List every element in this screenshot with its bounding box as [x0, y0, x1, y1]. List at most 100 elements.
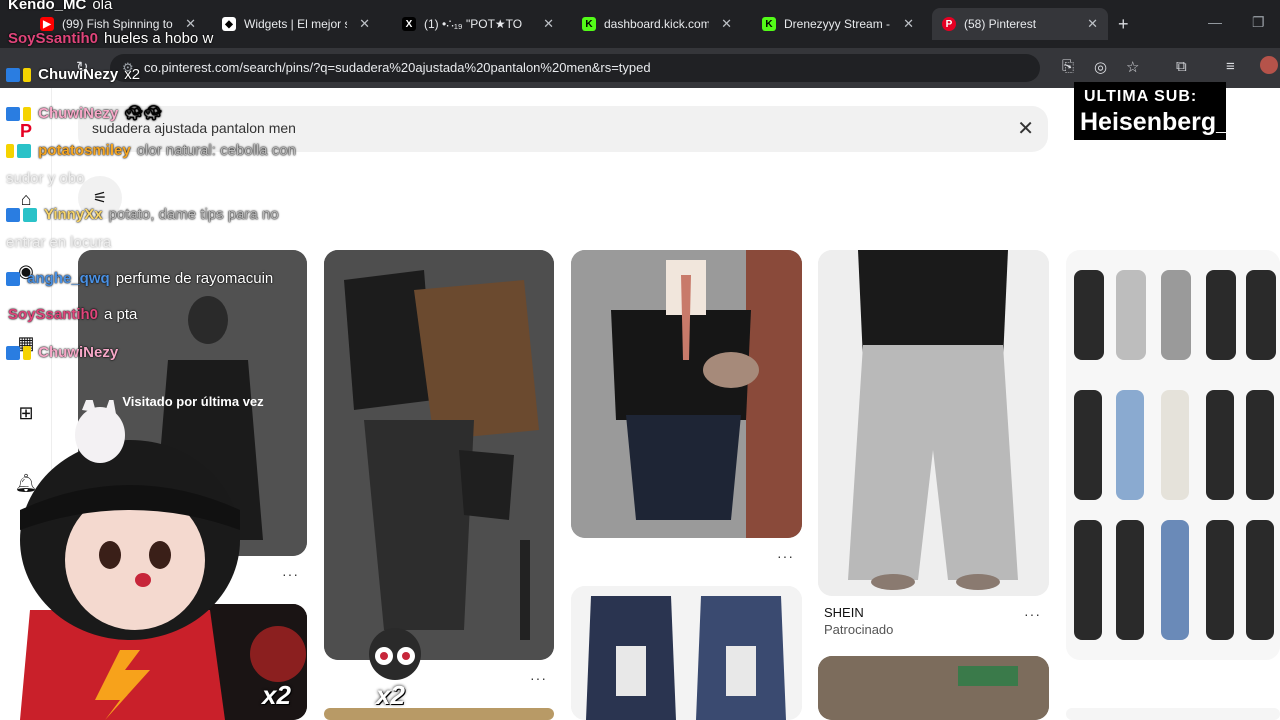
chat-username: anghe_qwq [27, 270, 110, 287]
chat-message: ChuwiNezy 🐢︎🐢︎ [6, 104, 162, 122]
youtube-icon: ▶ [40, 17, 54, 31]
search-input[interactable]: sudadera ajustada pantalon men [92, 120, 296, 136]
emote-combo-counter: x2 [262, 680, 291, 710]
minimize-icon[interactable]: — [1208, 14, 1222, 30]
tab-label: (99) Fish Spinning to [62, 17, 173, 31]
emote-combo-counter: x2 [376, 680, 405, 710]
tab-label: Widgets | El mejor so [244, 17, 348, 31]
profile-avatar[interactable] [1260, 56, 1278, 74]
kick-icon: K [582, 17, 596, 31]
tab-label: Drenezyyy Stream - V [784, 17, 892, 31]
game-badge-icon [17, 144, 31, 159]
chat-message: ChuwiNezy [6, 344, 124, 361]
chat-username: YinnyXx [43, 206, 103, 223]
maximize-icon[interactable]: ❐ [1252, 14, 1265, 31]
chat-message: SoySsantih0 hueles a hobo w [8, 30, 213, 47]
pin-image[interactable] [571, 586, 802, 720]
new-tab-icon[interactable]: + [1118, 14, 1129, 35]
subscriber-badge-icon [6, 107, 20, 122]
pin-image[interactable] [324, 708, 554, 720]
pin-image[interactable] [324, 250, 554, 660]
widget-icon: ◆ [222, 17, 236, 31]
subscriber-badge-icon [6, 272, 20, 287]
chat-message: YinnyXx potato, dame tips para no [6, 206, 279, 223]
more-options-button[interactable]: ··· [282, 566, 299, 582]
close-tab-icon[interactable]: ✕ [359, 16, 370, 32]
close-tab-icon[interactable]: ✕ [1087, 16, 1098, 32]
pin-image[interactable] [818, 656, 1049, 720]
more-options-button[interactable]: ··· [1024, 606, 1041, 622]
more-options-button[interactable]: ··· [530, 670, 547, 686]
chat-text: potato, dame tips para no [108, 206, 279, 223]
url-text: co.pinterest.com/search/pins/?q=sudadera… [144, 60, 651, 75]
close-tab-icon[interactable]: ✕ [903, 16, 914, 32]
last-sub-name: Heisenberg_ [1080, 108, 1231, 136]
last-sub-panel: ULTIMA SUB: Heisenberg_ [1074, 82, 1230, 140]
pin-collage-outfits [1066, 250, 1280, 660]
reading-list-icon[interactable]: ≡ [1226, 58, 1235, 75]
tab-label: dashboard.kick.com/ [604, 17, 710, 31]
pin-image[interactable] [571, 250, 802, 538]
chat-message: anghe_qwq perfume de rayomacuin [6, 270, 273, 287]
chat-message: SoySsantih0 a pta [8, 306, 137, 323]
tab-kick-dashboard[interactable]: K dashboard.kick.com/ ✕ [572, 10, 742, 38]
lightning-badge-icon [23, 346, 31, 361]
pinterest-icon: P [942, 17, 956, 31]
game-badge-icon [23, 208, 37, 223]
pin-image[interactable] [1066, 250, 1280, 660]
lightning-badge-icon [23, 107, 31, 122]
subscriber-badge-icon [6, 346, 20, 361]
install-app-icon[interactable]: ⎘ [1062, 58, 1074, 75]
chat-username: SoySsantih0 [8, 306, 99, 323]
turtle-emote-icon: 🐢︎🐢︎ [124, 105, 163, 122]
pin-image[interactable] [1066, 708, 1280, 720]
chat-text-continuation: entrar en locura [6, 234, 112, 251]
clear-search-icon[interactable]: ✕ [1017, 116, 1034, 141]
last-sub-label: ULTIMA SUB: [1084, 88, 1198, 105]
eye-off-icon[interactable]: ◎ [1094, 58, 1107, 76]
lightning-badge-icon [23, 68, 31, 83]
pin-photo-sweatpants [818, 250, 1049, 596]
vtuber-avatar [20, 400, 240, 720]
chat-message: ChuwiNezy x2 [6, 66, 140, 83]
chibi-emote [369, 628, 421, 680]
subscriber-badge-icon [6, 68, 20, 83]
chat-text: olor natural: cebolla con [136, 142, 296, 159]
chat-username: potatosmiley [38, 142, 131, 159]
pin-image[interactable] [818, 250, 1049, 596]
pin-illustration-hoodies [571, 586, 802, 720]
lightning-badge-icon [6, 144, 14, 159]
chat-text: perfume de rayomacuin [115, 270, 274, 287]
chat-text: a pta [104, 306, 138, 323]
sponsored-label: Patrocinado [824, 622, 894, 637]
kick-icon: K [762, 17, 776, 31]
chat-message: potatosmiley olor natural: cebolla con [6, 142, 296, 159]
chat-username: ChuwiNezy [38, 105, 119, 122]
chat-text: ola [92, 0, 113, 13]
tab-label: (1) •∴₁₉ "POT★TO [424, 17, 523, 31]
chat-username: Kendo_MC [8, 0, 87, 13]
subscriber-badge-icon [6, 208, 20, 223]
close-tab-icon[interactable]: ✕ [721, 16, 732, 32]
tab-label: (58) Pinterest [964, 17, 1037, 31]
filter-icon: ⚟ [92, 190, 108, 207]
tab-pinterest[interactable]: P (58) Pinterest ✕ [932, 8, 1108, 40]
x-icon: X [402, 17, 416, 31]
chat-text: x2 [124, 66, 141, 83]
extensions-icon[interactable]: ⧉ [1176, 58, 1187, 75]
chat-message: Kendo_MC ola [8, 0, 112, 13]
chat-username: ChuwiNezy [38, 66, 119, 83]
chat-username: SoySsantih0 [8, 30, 99, 47]
tab-widgets[interactable]: ◆ Widgets | El mejor so ✕ [212, 10, 380, 38]
tab-kick-stream[interactable]: K Drenezyyy Stream - V ✕ [752, 10, 924, 38]
pin-photo-flatlay [324, 250, 554, 660]
chat-username: ChuwiNezy [38, 344, 119, 361]
pin-brand-name[interactable]: SHEIN [824, 605, 864, 620]
star-icon[interactable]: ☆ [1126, 58, 1139, 76]
tab-x[interactable]: X (1) •∴₁₉ "POT★TO ✕ [392, 10, 564, 38]
close-tab-icon[interactable]: ✕ [543, 16, 554, 32]
chat-text: hueles a hobo w [104, 30, 214, 47]
screen: ▶ (99) Fish Spinning to ✕ ◆ Widgets | El… [0, 0, 1280, 720]
url-field[interactable]: ⚙ co.pinterest.com/search/pins/?q=sudade… [110, 54, 1040, 82]
more-options-button[interactable]: ··· [777, 548, 794, 564]
